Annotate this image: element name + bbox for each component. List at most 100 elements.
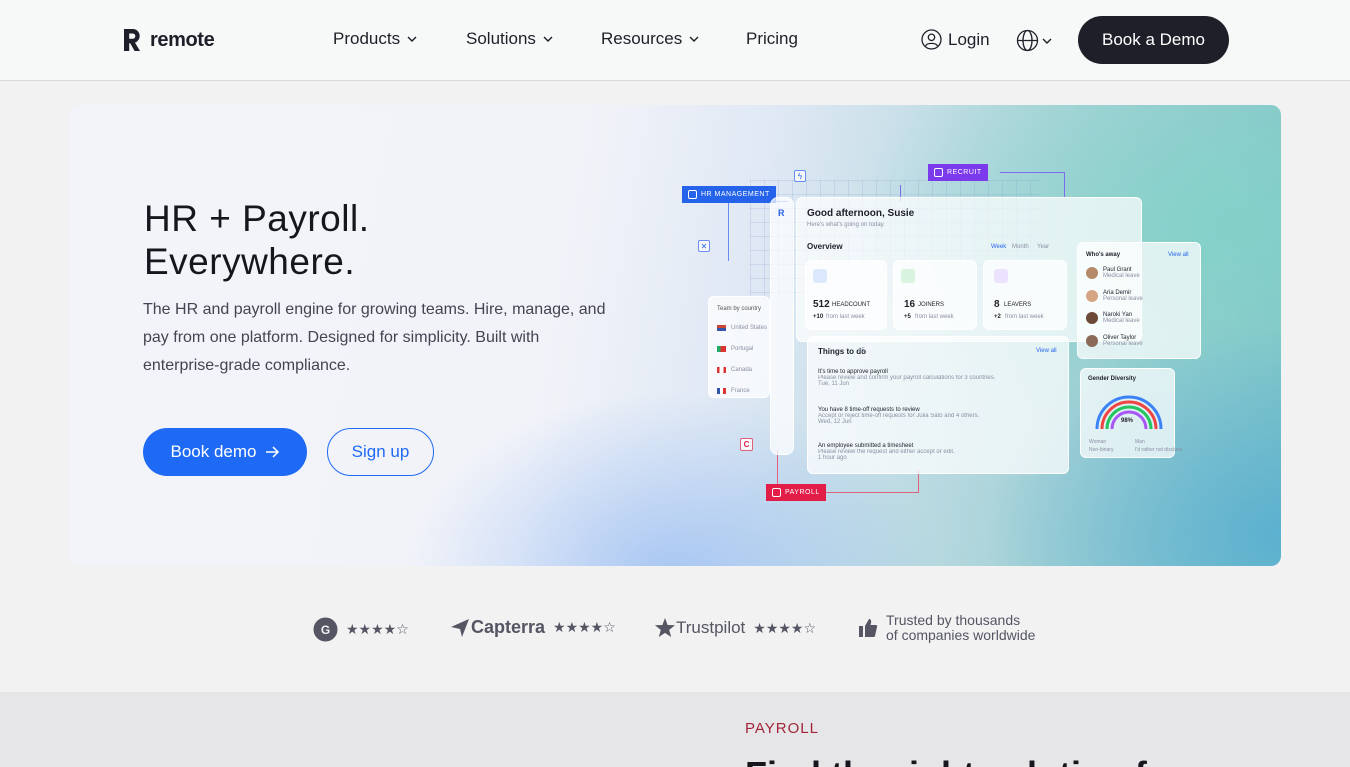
star-icon [655, 618, 675, 637]
arrow-right-icon [265, 446, 279, 458]
country-us: United States [731, 325, 768, 331]
away-type: Personal leave [1103, 341, 1143, 347]
todo-meta: 1 hour ago [818, 455, 847, 461]
leavers-value: 8 [994, 299, 1000, 310]
flag-canada-icon [717, 367, 726, 373]
payroll-section: PAYROLL Find the right solution for [0, 692, 1350, 767]
nav-solutions[interactable]: Solutions [466, 29, 601, 49]
legend-man: Man [1135, 439, 1145, 445]
nav-products[interactable]: Products [333, 29, 466, 49]
app-sidebar [770, 197, 794, 455]
overview-title: Overview [807, 242, 843, 251]
language-selector[interactable] [1016, 29, 1052, 52]
capterra-rating: Capterra ★★★★☆ [450, 617, 616, 638]
nav-solutions-label: Solutions [466, 29, 536, 48]
country-france: France [731, 388, 750, 394]
hero-subtitle: The HR and payroll engine for growing te… [143, 301, 606, 374]
plus-icon [901, 269, 915, 283]
connector-line [728, 201, 729, 261]
dashboard-illustration: HR MANAGEMENT RECRUIT PAYROLL ϟ ✕ C R Te… [680, 160, 1220, 510]
todo-item[interactable]: It's time to approve payroll Please revi… [818, 369, 1028, 387]
legend-woman: Woman [1089, 439, 1107, 445]
avatar [1086, 335, 1098, 347]
team-by-country-title: Team by country [717, 306, 762, 312]
chevron-down-icon [1042, 38, 1052, 44]
away-row: Paul Grant Medical leave [1086, 267, 1140, 279]
svg-text:G: G [321, 623, 330, 637]
book-demo-button[interactable]: Book demo [143, 428, 307, 476]
chevron-down-icon [407, 36, 417, 42]
thumbs-up-icon [859, 619, 878, 637]
remote-logo[interactable]: remote [121, 27, 215, 53]
diversity-value: 98% [1121, 418, 1134, 424]
g2-logo-icon: G [313, 617, 338, 642]
hero-title-line2: Everywhere. [144, 241, 356, 282]
greeting: Good afternoon, Susie [807, 208, 915, 219]
headcount-delta: +10 [813, 314, 824, 320]
diversity-arc-chart [1095, 395, 1163, 430]
flag-us-icon [717, 325, 726, 331]
sign-up-button[interactable]: Sign up [327, 428, 434, 476]
things-to-do-card: Things to do 15 View all It's time to ap… [807, 336, 1069, 474]
team-icon [813, 269, 827, 283]
lightning-icon: ϟ [794, 170, 806, 182]
away-type: Personal leave [1103, 296, 1143, 302]
whos-away-view-all[interactable]: View all [1168, 252, 1189, 258]
nav-resources-label: Resources [601, 29, 683, 48]
away-row: Oliver Taylor Personal leave [1086, 335, 1143, 347]
check-icon [934, 168, 943, 177]
flag-france-icon [717, 388, 726, 394]
hero-title: HR + Payroll. Everywhere. [144, 197, 369, 283]
avatar [1086, 267, 1098, 279]
todo-item[interactable]: You have 8 time-off requests to review A… [818, 407, 1028, 425]
team-by-country-card: Team by country United States Portugal C… [708, 296, 770, 398]
top-nav: remote Products Solutions Resources Pric… [0, 0, 1350, 81]
main-menu: Products Solutions Resources Pricing [333, 29, 798, 49]
trustpilot-name: Trustpilot [676, 618, 746, 637]
range-month: Month [1012, 244, 1029, 250]
section-heading: Find the right solution for [745, 754, 1183, 767]
login-link[interactable]: Login [921, 29, 990, 50]
hr-management-label: HR MANAGEMENT [701, 191, 770, 198]
hero-banner: HR + Payroll. Everywhere. The HR and pay… [70, 105, 1281, 566]
chevron-down-icon [543, 36, 553, 42]
joiners-delta: +5 [904, 314, 911, 320]
todo-item[interactable]: An employee submitted a timesheet Please… [818, 443, 1028, 461]
legend-not-disclose: I'd rather not disclose [1135, 447, 1183, 453]
capterra-name: Capterra [471, 617, 546, 637]
login-label: Login [948, 29, 990, 49]
hr-management-tag: HR MANAGEMENT [682, 186, 776, 203]
flag-portugal-icon [717, 346, 726, 352]
view-all-link[interactable]: View all [1036, 348, 1057, 354]
away-type: Medical leave [1103, 318, 1140, 324]
brand-name: remote [150, 28, 215, 51]
trusted-by: Trusted by thousands of companies worldw… [858, 613, 1035, 643]
g2-rating: G ★★★★☆ [313, 617, 409, 642]
book-a-demo-button[interactable]: Book a Demo [1078, 16, 1229, 64]
hero-title-line1: HR + Payroll. [144, 198, 370, 239]
avatar [1086, 290, 1098, 302]
avatar [1086, 312, 1098, 324]
away-row: Aria Demir Personal leave [1086, 290, 1143, 302]
country-portugal: Portugal [731, 346, 754, 352]
leavers-delta: +2 [994, 314, 1001, 320]
capterra-logo-icon [451, 618, 469, 637]
range-year: Year [1037, 244, 1050, 250]
todo-meta: Wed, 12 Jun [818, 419, 852, 425]
greeting-subtitle: Here's what's going on today. [807, 222, 885, 228]
check-icon [688, 190, 697, 199]
trustpilot-stars: ★★★★☆ [753, 619, 817, 636]
leavers-label: LEAVERS [1004, 302, 1032, 308]
connector-line [1064, 172, 1065, 197]
trusted-line2: of companies worldwide [886, 627, 1036, 643]
away-row: Naroki Yan Medical leave [1086, 312, 1140, 324]
legend-non-binary: Non-binary [1089, 447, 1114, 453]
range-week: Week [991, 244, 1007, 250]
nav-pricing[interactable]: Pricing [746, 29, 798, 49]
nav-resources[interactable]: Resources [601, 29, 746, 49]
chevron-down-icon [689, 36, 699, 42]
section-kicker: PAYROLL [745, 720, 819, 737]
headcount-value: 512 [813, 299, 830, 310]
stat-joiners: 16 JOINERS +5 from last week [893, 260, 977, 330]
ratings-strip: G ★★★★☆ Capterra ★★★★☆ Trustpilot ★★★★☆ … [313, 613, 1053, 647]
